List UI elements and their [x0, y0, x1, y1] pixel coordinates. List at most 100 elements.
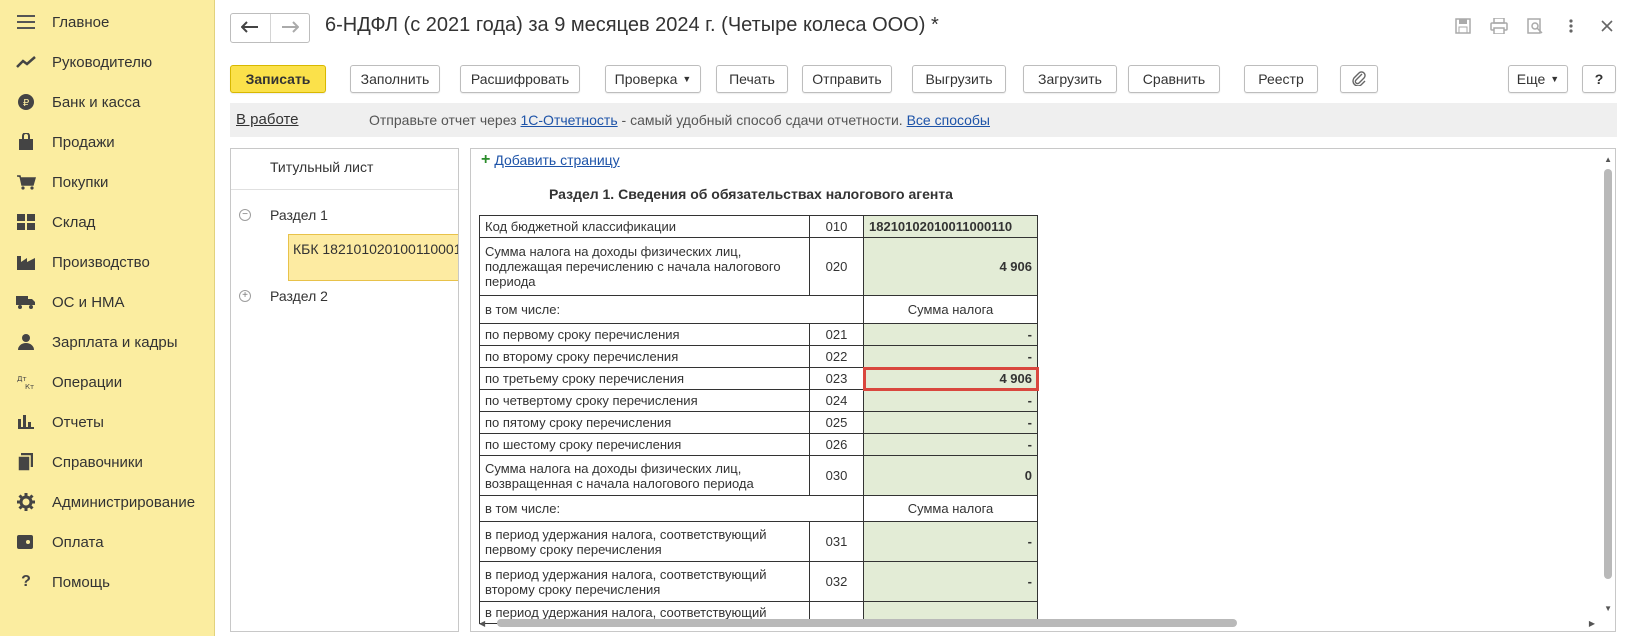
tree-item-kbk[interactable]: КБК 18210102010011000110 [288, 234, 458, 281]
table-row: Сумма налога на доходы физических лиц, в… [479, 455, 1038, 496]
r025-field[interactable]: - [863, 411, 1038, 434]
sidebar-item-operations[interactable]: Дт Кт Операции [0, 362, 215, 402]
back-button[interactable] [231, 14, 270, 42]
row-label: Код бюджетной классификации [479, 215, 810, 238]
print-icon[interactable] [1489, 16, 1509, 36]
sum020-field[interactable]: 4 906 [863, 237, 1038, 296]
collapse-icon[interactable]: − [239, 209, 251, 221]
horizontal-scrollbar[interactable] [497, 619, 1237, 627]
wallet-icon [0, 535, 52, 549]
scroll-left-icon[interactable]: ◀ [479, 619, 485, 628]
table-row: по третьему сроку перечисления 023 4 906 [479, 366, 1039, 391]
row-label: по четвертому сроку перечисления [479, 389, 810, 412]
all-methods-link[interactable]: Все способы [907, 112, 990, 128]
row-code: 023 [809, 367, 864, 390]
arrow-left-icon [240, 20, 259, 36]
more-vertical-icon[interactable] [1561, 16, 1581, 36]
sidebar-item-reports[interactable]: Отчеты [0, 402, 215, 442]
r021-field[interactable]: - [863, 323, 1038, 346]
scroll-down-icon[interactable]: ▼ [1604, 604, 1612, 613]
row-label: по шестому сроку перечисления [479, 433, 810, 456]
sidebar-item-help[interactable]: ? Помощь [0, 562, 215, 602]
caret-down-icon: ▼ [682, 74, 692, 84]
table-row: в том числе: Сумма налога [479, 295, 1038, 324]
r022-field[interactable]: - [863, 345, 1038, 368]
r026-field[interactable]: - [863, 433, 1038, 456]
r024-field[interactable]: - [863, 389, 1038, 412]
row-label: по первому сроку перечисления [479, 323, 810, 346]
dt-kt-icon: Дт Кт [0, 374, 52, 390]
compare-button[interactable]: Сравнить [1128, 65, 1220, 93]
history-nav [230, 13, 310, 43]
tree-item-title-page[interactable]: Титульный лист [270, 152, 373, 182]
svg-text:Дт: Дт [17, 375, 27, 383]
status-link[interactable]: В работе [236, 111, 299, 128]
save-button[interactable]: Записать [230, 65, 326, 93]
sum030-field[interactable]: 0 [863, 455, 1038, 496]
r031-field[interactable]: - [863, 521, 1038, 562]
export-button[interactable]: Выгрузить [912, 65, 1006, 93]
sidebar-item-admin[interactable]: Администрирование [0, 482, 215, 522]
section1-table: Код бюджетной классификации 010 18210102… [479, 215, 1039, 624]
sidebar-item-directories[interactable]: Справочники [0, 442, 215, 482]
fill-button[interactable]: Заполнить [350, 65, 440, 93]
sidebar-item-label: Покупки [52, 173, 109, 191]
table-row: в период удержания налога, соответствующ… [479, 561, 1038, 602]
scroll-up-icon[interactable]: ▲ [1604, 155, 1612, 164]
bar-chart-icon [0, 415, 52, 429]
table-row: в том числе: Сумма налога [479, 495, 1038, 522]
vertical-scrollbar[interactable] [1604, 169, 1612, 579]
help-button[interactable]: ? [1582, 65, 1616, 93]
menu-icon [0, 15, 52, 29]
tree-item-section1[interactable]: Раздел 1 [270, 200, 328, 230]
row-label: Сумма налога на доходы физических лиц, п… [479, 237, 810, 296]
sidebar-item-production[interactable]: Производство [0, 242, 215, 282]
sidebar: Главное Руководителю ₽ Банк и касса Прод… [0, 0, 215, 636]
row-label: в том числе: [479, 295, 864, 324]
registry-button[interactable]: Реестр [1244, 65, 1318, 93]
truck-icon [0, 295, 52, 309]
sidebar-item-assets[interactable]: ОС и НМА [0, 282, 215, 322]
plus-icon: + [481, 151, 491, 168]
row-label: в период удержания налога, соответствующ… [479, 521, 810, 562]
print-button[interactable]: Печать [716, 65, 788, 93]
header: 6-НДФЛ (с 2021 года) за 9 месяцев 2024 г… [215, 0, 1631, 54]
save-icon[interactable] [1453, 16, 1473, 36]
tree-item-section2[interactable]: Раздел 2 [270, 281, 328, 311]
more-button[interactable]: Еще ▼ [1508, 65, 1568, 93]
sidebar-item-bank[interactable]: ₽ Банк и касса [0, 82, 215, 122]
sidebar-item-purchases[interactable]: Покупки [0, 162, 215, 202]
row-label: в том числе: [479, 495, 864, 522]
sidebar-item-manager[interactable]: Руководителю [0, 42, 215, 82]
forward-button[interactable] [269, 14, 310, 42]
sidebar-item-warehouse[interactable]: Склад [0, 202, 215, 242]
sidebar-item-label: Помощь [52, 573, 110, 591]
import-button[interactable]: Загрузить [1023, 65, 1117, 93]
sidebar-item-sales[interactable]: Продажи [0, 122, 215, 162]
sidebar-item-label: Оплата [52, 533, 104, 551]
sidebar-item-main[interactable]: Главное [0, 2, 215, 42]
preview-icon[interactable] [1525, 16, 1545, 36]
row-label: по третьему сроку перечисления [479, 367, 810, 390]
close-icon[interactable] [1597, 16, 1617, 36]
reporting-link[interactable]: 1С-Отчетность [521, 112, 618, 128]
table-row: по второму сроку перечисления 022 - [479, 345, 1038, 368]
attach-button[interactable] [1340, 65, 1378, 93]
scroll-right-icon[interactable]: ▶ [1589, 619, 1595, 628]
sidebar-item-salary[interactable]: Зарплата и кадры [0, 322, 215, 362]
r032-field[interactable]: - [863, 561, 1038, 602]
svg-text:Кт: Кт [25, 383, 34, 390]
r023-field[interactable]: 4 906 [862, 366, 1039, 391]
divider [231, 189, 458, 190]
books-icon [0, 453, 52, 471]
sidebar-item-payment[interactable]: Оплата [0, 522, 215, 562]
check-button[interactable]: Проверка ▼ [605, 65, 701, 93]
expand-icon[interactable]: + [239, 290, 251, 302]
add-page-label: Добавить страницу [494, 152, 620, 168]
kbk-field[interactable]: 18210102010011000110 [863, 215, 1038, 238]
row-code: 022 [809, 345, 864, 368]
decode-button[interactable]: Расшифровать [460, 65, 580, 93]
send-button[interactable]: Отправить [802, 65, 892, 93]
add-page-link[interactable]: + Добавить страницу [481, 151, 620, 169]
sidebar-item-label: Отчеты [52, 413, 104, 431]
